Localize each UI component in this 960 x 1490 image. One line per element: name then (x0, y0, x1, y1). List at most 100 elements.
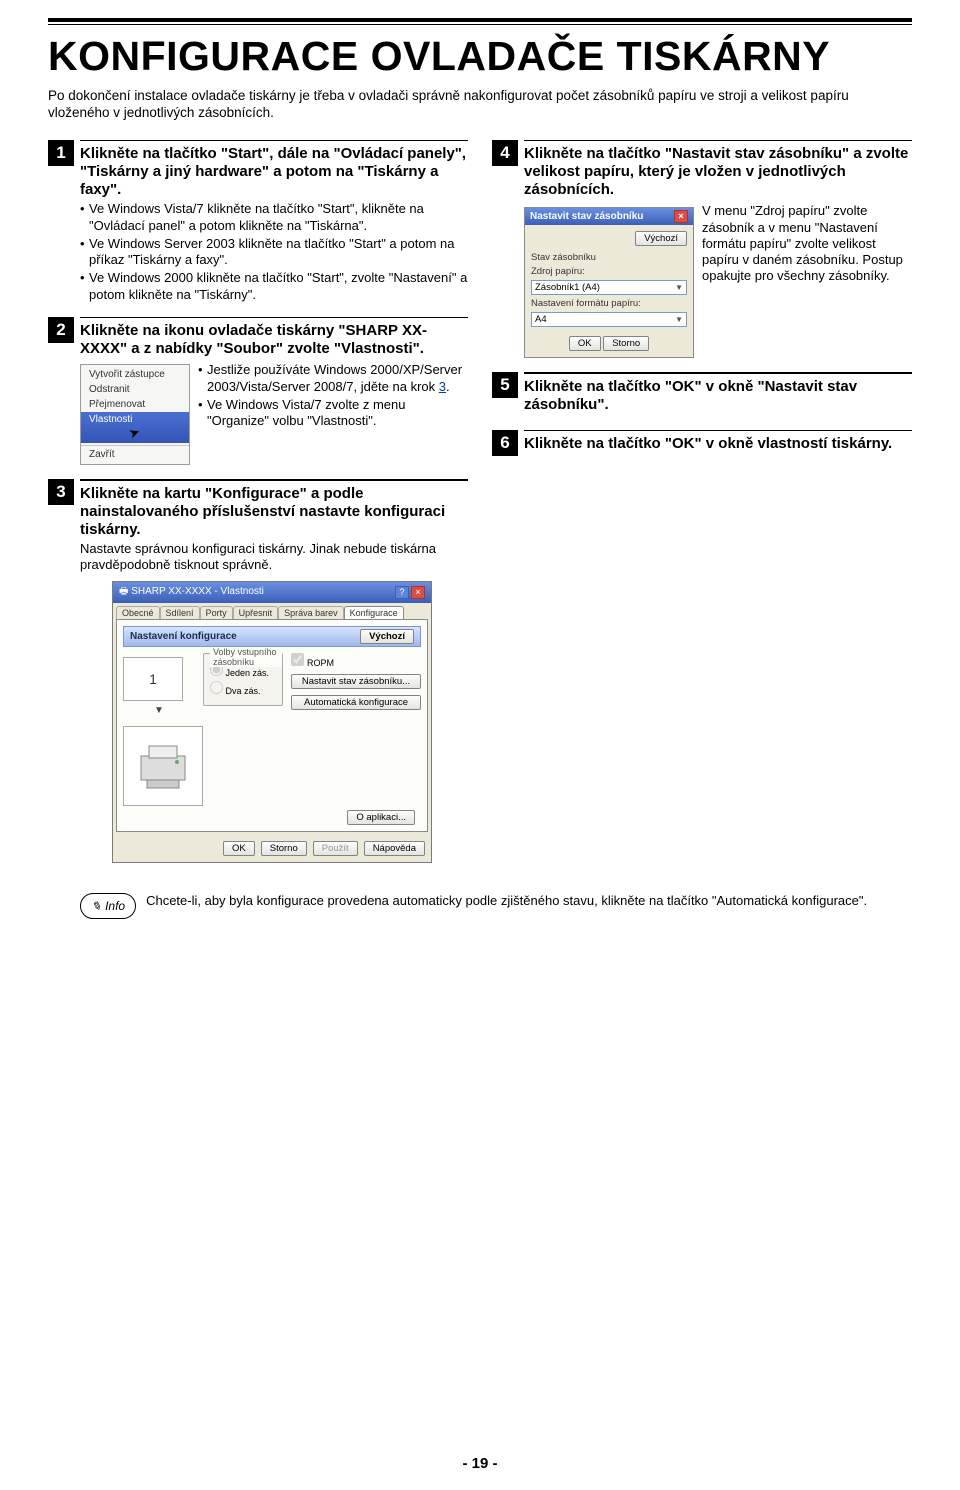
step-heading: Klikněte na ikonu ovladače tiskárny "SHA… (80, 322, 468, 358)
step-heading: Klikněte na kartu "Konfigurace" a podle … (80, 485, 468, 539)
ctx-delete[interactable]: Odstranit (81, 382, 189, 397)
dialog-title-text: 🖶 SHARP XX-XXXX - Vlastnosti (119, 584, 264, 601)
tab-configuration[interactable]: Konfigurace (344, 606, 404, 619)
printer-icon: 🖶 (119, 586, 128, 597)
step-heading: Klikněte na tlačítko "OK" v okně "Nastav… (524, 378, 912, 414)
step-4: 4 Klikněte na tlačítko "Nastavit stav zá… (492, 140, 912, 359)
ctx-properties-label: Vlastnosti (89, 414, 132, 425)
step-bullet: Ve Windows Vista/7 zvolte z menu "Organi… (198, 397, 468, 430)
ctx-close[interactable]: Zavřít (81, 445, 189, 462)
step-3: 3 Klikněte na kartu "Konfigurace" a podl… (48, 479, 468, 863)
pencil-icon: ✎ (90, 899, 102, 915)
tab-color[interactable]: Správa barev (278, 606, 344, 619)
info-pill: ✎ Info (80, 893, 136, 919)
step-text: V menu "Zdroj papíru" zvolte zásobník a … (702, 203, 912, 358)
step-number: 4 (492, 140, 518, 166)
step-number: 5 (492, 372, 518, 398)
bullet-text-a: Jestliže používáte Windows 2000/XP/Serve… (207, 362, 462, 393)
step-1: 1 Klikněte na tlačítko "Start", dále na … (48, 140, 468, 303)
top-thin-rule (48, 24, 912, 25)
close-button-icon[interactable]: × (411, 586, 425, 599)
paper-source-label: Zdroj papíru: (531, 266, 611, 277)
tab-strip: Obecné Sdílení Porty Upřesnit Správa bar… (113, 603, 431, 619)
step-number: 2 (48, 317, 74, 343)
dialog-footer: OK Storno Použít Nápověda (113, 835, 431, 862)
right-column: 4 Klikněte na tlačítko "Nastavit stav zá… (492, 140, 912, 878)
paper-format-label: Nastavení formátu papíru: (531, 298, 641, 309)
ok-button[interactable]: OK (569, 336, 601, 351)
defaults-button[interactable]: Výchozí (360, 629, 414, 644)
step-bullet: Ve Windows Server 2003 klikněte na tlačí… (80, 236, 468, 269)
step-rule (80, 317, 468, 319)
link-step-3[interactable]: 3 (439, 379, 446, 394)
step-number: 1 (48, 140, 74, 166)
step-6: 6 Klikněte na tlačítko "OK" v okně vlast… (492, 430, 912, 456)
info-note: ✎ Info Chcete-li, aby byla konfigurace p… (80, 893, 912, 919)
tab-general[interactable]: Obecné (116, 606, 160, 619)
bullet-dot: . (446, 379, 450, 394)
intro-paragraph: Po dokončení instalace ovladače tiskárny… (48, 88, 912, 122)
step-heading: Klikněte na tlačítko "OK" v okně vlastno… (524, 435, 912, 453)
context-menu: Vytvořit zástupce Odstranit Přejmenovat … (80, 364, 190, 465)
ok-button[interactable]: OK (223, 841, 255, 856)
page-number: - 19 - (0, 1455, 960, 1472)
step-rule (524, 140, 912, 142)
step-heading: Klikněte na tlačítko "Start", dále na "O… (80, 145, 468, 199)
group-title: Volby vstupního zásobníku (210, 647, 282, 667)
cancel-button[interactable]: Storno (261, 841, 307, 856)
two-column-layout: 1 Klikněte na tlačítko "Start", dále na … (48, 140, 912, 878)
ctx-create-shortcut[interactable]: Vytvořit zástupce (81, 367, 189, 382)
info-text: Chcete-li, aby byla konfigurace proveden… (146, 893, 867, 919)
set-tray-status-button[interactable]: Nastavit stav zásobníku... (291, 674, 421, 689)
cursor-icon: ➤ (127, 424, 143, 443)
tab-sharing[interactable]: Sdílení (160, 606, 200, 619)
paper-source-select[interactable]: Zásobník1 (A4)▼ (531, 280, 687, 295)
defaults-button[interactable]: Výchozí (635, 231, 687, 246)
dialog-titlebar: 🖶 SHARP XX-XXXX - Vlastnosti ? × (113, 582, 431, 603)
tray-status-dialog: Nastavit stav zásobníku × Výchozí Stav z… (524, 207, 694, 358)
properties-dialog: 🖶 SHARP XX-XXXX - Vlastnosti ? × Obecné … (112, 581, 432, 863)
top-thick-rule (48, 18, 912, 22)
tray-count-display: 1 (123, 657, 183, 701)
chevron-down-icon: ▼ (675, 315, 683, 324)
tab-advanced[interactable]: Upřesnit (233, 606, 279, 619)
tray-dialog-title: Nastavit stav zásobníku (530, 211, 643, 222)
step-2: 2 Klikněte na ikonu ovladače tiskárny "S… (48, 317, 468, 466)
info-label: Info (105, 899, 125, 913)
step-bullet: Ve Windows Vista/7 klikněte na tlačítko … (80, 201, 468, 234)
help-button-icon[interactable]: ? (395, 586, 409, 599)
step-rule (80, 479, 468, 481)
panel-title: Nastavení konfigurace (130, 631, 237, 642)
auto-config-button[interactable]: Automatická konfigurace (291, 695, 421, 710)
panel-header: Nastavení konfigurace Výchozí (123, 626, 421, 647)
printer-preview (123, 726, 203, 806)
step-bullet: Jestliže používáte Windows 2000/XP/Serve… (198, 362, 468, 395)
printer-drawing-icon (133, 736, 193, 796)
step-rule (524, 372, 912, 374)
step-number: 3 (48, 479, 74, 505)
step-5: 5 Klikněte na tlačítko "OK" v okně "Nast… (492, 372, 912, 416)
help-button[interactable]: Nápověda (364, 841, 425, 856)
tab-ports[interactable]: Porty (200, 606, 233, 619)
step-bullet: Ve Windows 2000 klikněte na tlačítko "St… (80, 270, 468, 303)
tray-state-label: Stav zásobníku (531, 252, 687, 263)
chevron-down-icon: ▼ (675, 283, 683, 292)
step-number: 6 (492, 430, 518, 456)
apply-button[interactable]: Použít (313, 841, 358, 856)
config-panel: Nastavení konfigurace Výchozí 1 ▼ (116, 619, 428, 832)
close-icon[interactable]: × (674, 210, 688, 223)
ctx-rename[interactable]: Přejmenovat (81, 397, 189, 412)
ctx-properties[interactable]: Vlastnosti ➤ (81, 412, 189, 443)
step-heading: Klikněte na tlačítko "Nastavit stav záso… (524, 145, 912, 199)
ropm-checkbox[interactable]: ROPM (291, 653, 421, 668)
step-rule (524, 430, 912, 432)
about-button[interactable]: O aplikaci... (347, 810, 415, 825)
left-column: 1 Klikněte na tlačítko "Start", dále na … (48, 140, 468, 878)
step-rule (80, 140, 468, 142)
arrow-down-icon: ▼ (123, 705, 195, 716)
cancel-button[interactable]: Storno (603, 336, 649, 351)
radio-two-tray[interactable]: Dva zás. (210, 681, 276, 696)
step-text: Nastavte správnou konfiguraci tiskárny. … (80, 541, 468, 574)
paper-format-select[interactable]: A4▼ (531, 312, 687, 327)
dialog-title-label: SHARP XX-XXXX - Vlastnosti (131, 586, 264, 597)
